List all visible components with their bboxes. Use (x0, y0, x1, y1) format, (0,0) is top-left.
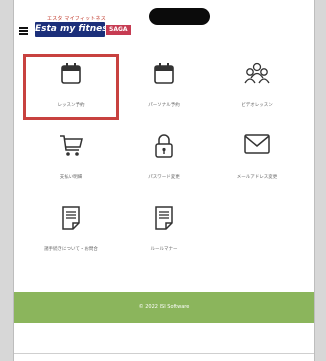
menu-tile-label: パスワード変更 (148, 175, 180, 180)
logo-city-badge: SAGA (106, 25, 131, 35)
logo-wordmark: Esta my fitness (35, 22, 113, 37)
app-logo[interactable]: エスタ マイフィットネス Esta my fitness SAGA (35, 15, 147, 42)
menu-tile-procedures-inquiry[interactable]: 諸手続きについて・お問合 (23, 198, 119, 264)
phone-screen: エスタ マイフィットネス Esta my fitness SAGA レッスン予約 (13, 0, 315, 361)
menu-tile-rules-manners[interactable]: ルールマナー (116, 198, 212, 264)
document-icon (155, 206, 173, 230)
menu-tile-email-change[interactable]: メールアドレス変更 (209, 126, 305, 192)
calendar-icon (154, 63, 174, 84)
copyright-text: © 2022 ISI Software (138, 304, 190, 310)
menu-tile-lesson-reservation[interactable]: レッスン予約 (23, 54, 119, 120)
mail-icon (244, 134, 270, 154)
hamburger-menu-icon[interactable] (19, 27, 28, 35)
menu-tile-label: パーソナル予約 (148, 103, 180, 108)
cart-icon (60, 135, 83, 156)
menu-tile-payment-details[interactable]: 支払い明細 (23, 126, 119, 192)
people-icon (244, 62, 270, 84)
lock-icon (155, 134, 173, 158)
menu-tile-label: メールアドレス変更 (236, 175, 278, 180)
menu-tile-password-change[interactable]: パスワード変更 (116, 126, 212, 192)
menu-tile-label: ビデオレッスン (241, 103, 273, 108)
menu-tile-label: レッスン予約 (57, 103, 85, 108)
menu-tile-personal-reservation[interactable]: パーソナル予約 (116, 54, 212, 120)
logo-tagline: エスタ マイフィットネス (47, 16, 106, 22)
menu-tile-label: 支払い明細 (59, 175, 83, 180)
camera-notch (149, 8, 210, 25)
bottom-bar (14, 353, 314, 361)
menu-tile-label: 諸手続きについて・お問合 (44, 247, 98, 252)
menu-tile-label: ルールマナー (150, 247, 178, 252)
calendar-icon (61, 63, 81, 84)
document-icon (62, 206, 80, 230)
menu-tile-video-lesson[interactable]: ビデオレッスン (209, 54, 305, 120)
footer-bar: © 2022 ISI Software (14, 292, 314, 323)
app-header: エスタ マイフィットネス Esta my fitness SAGA (14, 0, 314, 44)
